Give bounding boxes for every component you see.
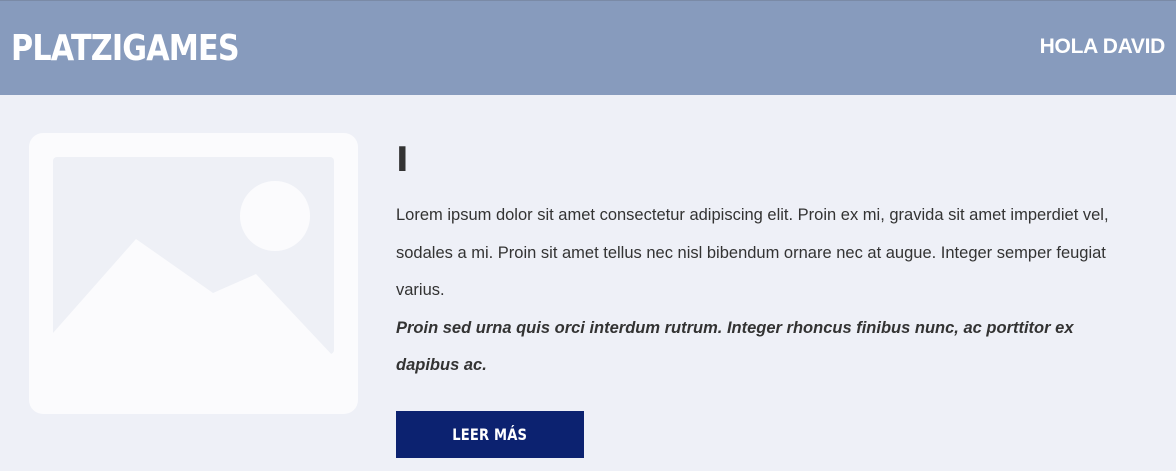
article-title: I [396,140,409,180]
read-more-label: LEER MÁS [452,425,528,444]
article-image [29,133,358,414]
article-description: Lorem ipsum dolor sit amet consectetur a… [396,197,1136,385]
site-logo[interactable]: PLATZIGAMES [11,27,240,71]
site-header: PLATZIGAMES HOLA DAVID [0,0,1176,95]
image-placeholder-icon [53,157,334,357]
article-paragraph: Lorem ipsum dolor sit amet consectetur a… [396,206,1109,299]
user-greeting[interactable]: HOLA DAVID [1040,34,1166,60]
article-emphasis: Proin sed urna quis orci interdum rutrum… [396,318,1074,375]
read-more-button[interactable]: LEER MÁS [396,411,584,458]
